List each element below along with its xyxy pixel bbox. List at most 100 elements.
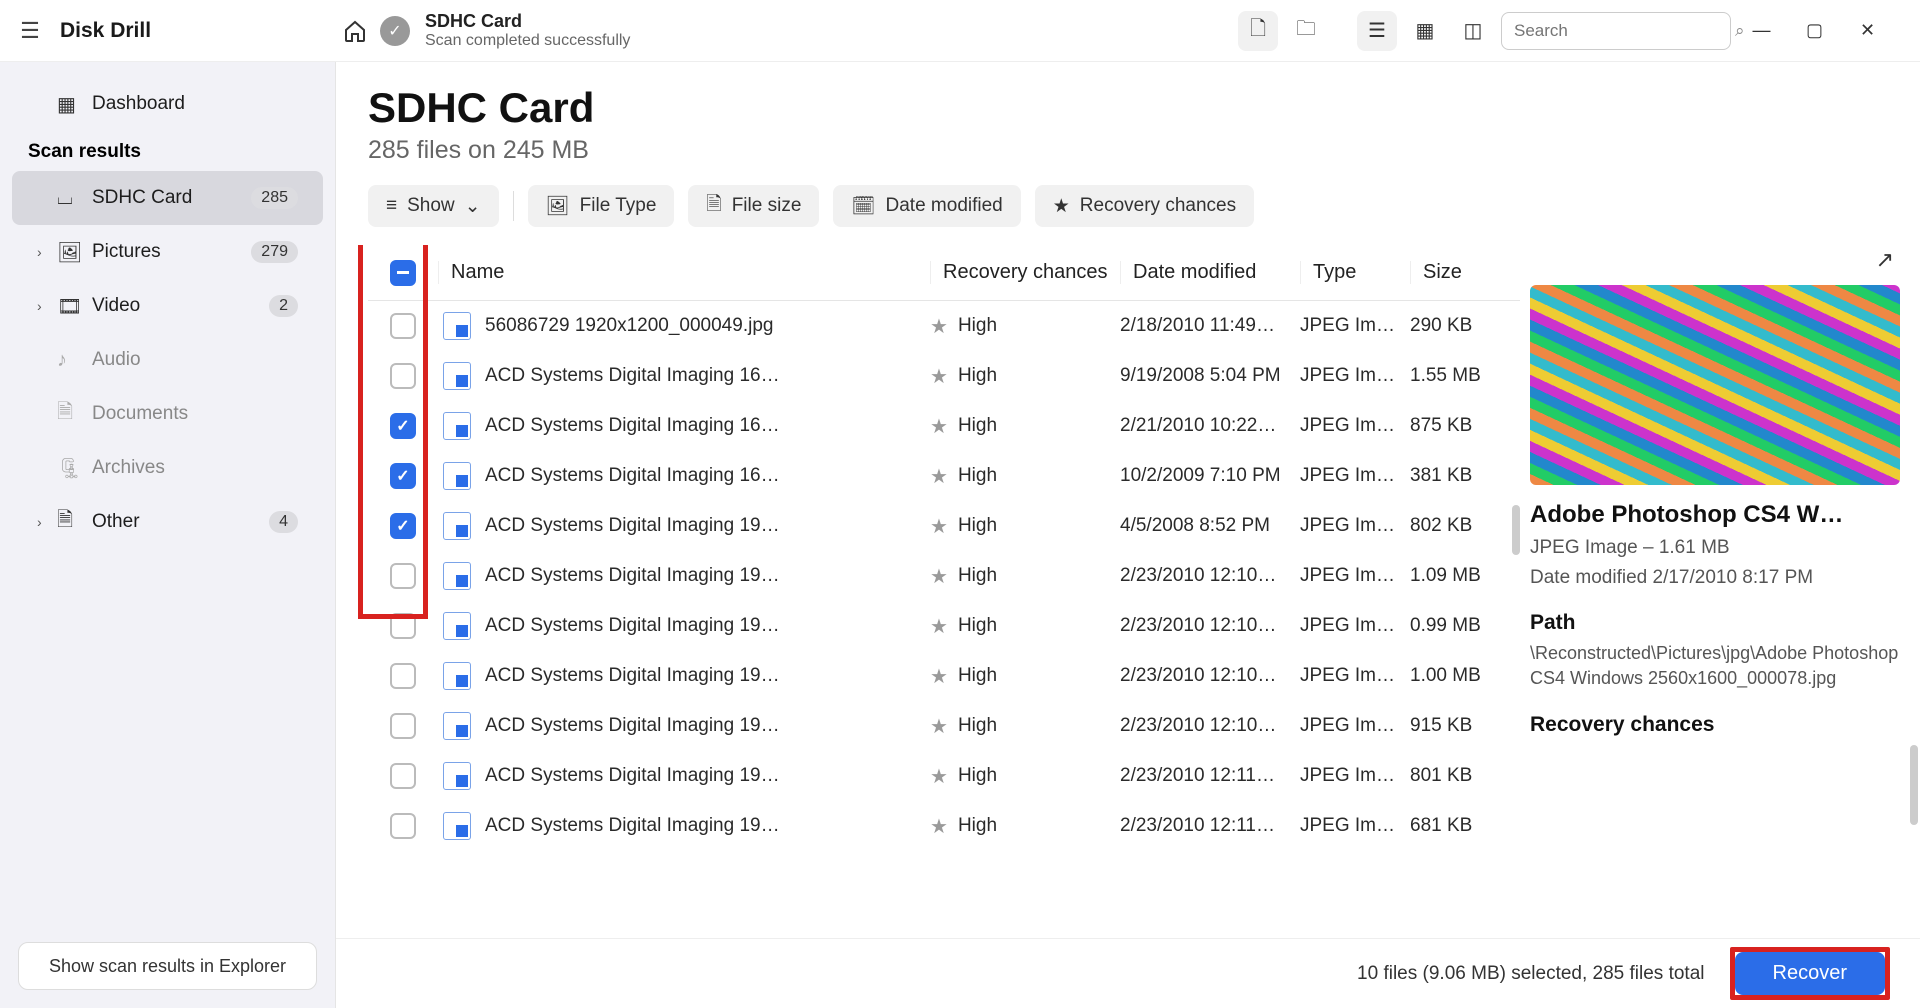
maximize-button[interactable]: ▢ (1792, 20, 1837, 41)
date-value: 2/23/2010 12:11… (1120, 815, 1300, 837)
row-checkbox[interactable] (390, 613, 416, 639)
grid-view-button[interactable]: ▦ (1405, 11, 1445, 51)
type-value: JPEG Im… (1300, 315, 1410, 337)
sidebar-icon: 🎞 (57, 294, 92, 319)
show-in-explorer-button[interactable]: Show scan results in Explorer (18, 942, 317, 990)
file-name: ACD Systems Digital Imaging 16… (485, 415, 780, 437)
table-row[interactable]: ACD Systems Digital Imaging 19…★High2/23… (368, 651, 1520, 701)
file-icon (443, 562, 471, 590)
list-view-button[interactable]: ☰ (1357, 11, 1397, 51)
sidebar-item-pictures[interactable]: ›🖼Pictures279 (12, 225, 323, 279)
col-name[interactable]: Name (438, 261, 930, 284)
table-row[interactable]: ACD Systems Digital Imaging 19…★High2/23… (368, 701, 1520, 751)
recover-button[interactable]: Recover (1735, 952, 1885, 995)
search-input-wrap[interactable]: ⌕ (1501, 12, 1731, 50)
table-row[interactable]: ACD Systems Digital Imaging 16…★High9/19… (368, 351, 1520, 401)
row-checkbox[interactable] (390, 663, 416, 689)
row-checkbox[interactable] (390, 413, 416, 439)
table-row[interactable]: ACD Systems Digital Imaging 16…★High2/21… (368, 401, 1520, 451)
page-subtitle: 285 files on 245 MB (336, 132, 1920, 185)
sidebar-item-label: Documents (92, 403, 298, 425)
recovery-value: High (958, 715, 997, 737)
preview-path-label: Path (1530, 611, 1900, 635)
grid-icon: ▦ (57, 92, 92, 117)
recovery-value: High (958, 365, 997, 387)
recovery-value: High (958, 315, 997, 337)
search-input[interactable] (1514, 21, 1735, 41)
file-name: 56086729 1920x1200_000049.jpg (485, 315, 773, 337)
row-checkbox[interactable] (390, 363, 416, 389)
row-checkbox[interactable] (390, 513, 416, 539)
folder-button[interactable]: 🗀 (1286, 11, 1326, 51)
table-row[interactable]: ACD Systems Digital Imaging 19…★High4/5/… (368, 501, 1520, 551)
scrollbar[interactable] (1512, 505, 1520, 555)
col-type[interactable]: Type (1300, 261, 1410, 284)
sidebar-dashboard[interactable]: ▦ Dashboard (12, 77, 323, 131)
table-row[interactable]: ACD Systems Digital Imaging 19…★High2/23… (368, 601, 1520, 651)
file-type-filter[interactable]: 🖼 File Type (528, 185, 675, 227)
size-value: 1.09 MB (1410, 565, 1520, 587)
recovery-value: High (958, 815, 997, 837)
file-name: ACD Systems Digital Imaging 19… (485, 765, 780, 787)
file-icon: 🗎 (706, 190, 721, 222)
preview-image (1530, 285, 1900, 485)
panel-view-button[interactable]: ◫ (1453, 11, 1493, 51)
table-row[interactable]: 56086729 1920x1200_000049.jpg★High2/18/2… (368, 301, 1520, 351)
new-file-button[interactable]: 🗋 (1238, 11, 1278, 51)
row-checkbox[interactable] (390, 813, 416, 839)
preview-scrollbar[interactable] (1910, 745, 1918, 825)
sidebar-item-documents[interactable]: 🗎Documents (12, 387, 323, 441)
star-icon: ★ (930, 364, 948, 389)
sidebar-icon: 🖼 (57, 240, 92, 265)
filter-label: File Type (580, 195, 657, 217)
sidebar-icon: 🗎 (57, 505, 92, 539)
preview-meta-type: JPEG Image – 1.61 MB (1530, 537, 1900, 559)
table-row[interactable]: ACD Systems Digital Imaging 16…★High10/2… (368, 451, 1520, 501)
preview-meta-date: Date modified 2/17/2010 8:17 PM (1530, 567, 1900, 589)
file-name: ACD Systems Digital Imaging 16… (485, 465, 780, 487)
col-date[interactable]: Date modified (1120, 261, 1300, 284)
col-recovery[interactable]: Recovery chances (930, 261, 1120, 284)
sidebar-item-audio[interactable]: ♪Audio (12, 333, 323, 387)
sidebar-count-badge: 2 (269, 295, 298, 317)
row-checkbox[interactable] (390, 463, 416, 489)
sidebar-item-other[interactable]: ›🗎Other4 (12, 495, 323, 549)
row-checkbox[interactable] (390, 763, 416, 789)
sidebar-item-archives[interactable]: 🗜Archives (12, 441, 323, 495)
size-value: 915 KB (1410, 715, 1520, 737)
sidebar-item-sdhc-card[interactable]: ⌴SDHC Card285 (12, 171, 323, 225)
recovery-value: High (958, 415, 997, 437)
sidebar-item-video[interactable]: ›🎞Video2 (12, 279, 323, 333)
recovery-filter[interactable]: ★Recovery chances (1035, 185, 1254, 227)
sidebar-section-title: Scan results (0, 131, 335, 171)
open-external-icon[interactable]: ↗ (1876, 247, 1894, 273)
date-modified-filter[interactable]: 🗓Date modified (833, 185, 1020, 227)
show-filter[interactable]: ≡Show⌄ (368, 185, 499, 227)
size-value: 681 KB (1410, 815, 1520, 837)
star-icon: ★ (930, 314, 948, 339)
size-value: 0.99 MB (1410, 615, 1520, 637)
file-name: ACD Systems Digital Imaging 19… (485, 515, 780, 537)
col-size[interactable]: Size (1410, 261, 1520, 284)
table-row[interactable]: ACD Systems Digital Imaging 19…★High2/23… (368, 751, 1520, 801)
image-icon: 🖼 (546, 194, 570, 218)
hamburger-icon[interactable]: ☰ (0, 18, 60, 44)
recovery-value: High (958, 765, 997, 787)
row-checkbox[interactable] (390, 313, 416, 339)
minimize-button[interactable]: — (1739, 20, 1784, 41)
star-icon: ★ (930, 514, 948, 539)
row-checkbox[interactable] (390, 713, 416, 739)
sidebar: ▦ Dashboard Scan results ⌴SDHC Card285›🖼… (0, 62, 336, 1008)
table-row[interactable]: ACD Systems Digital Imaging 19…★High2/23… (368, 801, 1520, 851)
filter-label: File size (732, 195, 802, 217)
home-button[interactable] (330, 19, 380, 43)
table-row[interactable]: ACD Systems Digital Imaging 19…★High2/23… (368, 551, 1520, 601)
select-all-checkbox[interactable] (390, 260, 416, 286)
file-name: ACD Systems Digital Imaging 19… (485, 665, 780, 687)
date-value: 2/23/2010 12:11… (1120, 765, 1300, 787)
file-size-filter[interactable]: 🗎 File size (688, 185, 819, 227)
sidebar-icon: 🗜 (57, 456, 92, 481)
size-value: 290 KB (1410, 315, 1520, 337)
close-button[interactable]: ✕ (1845, 20, 1890, 41)
row-checkbox[interactable] (390, 563, 416, 589)
